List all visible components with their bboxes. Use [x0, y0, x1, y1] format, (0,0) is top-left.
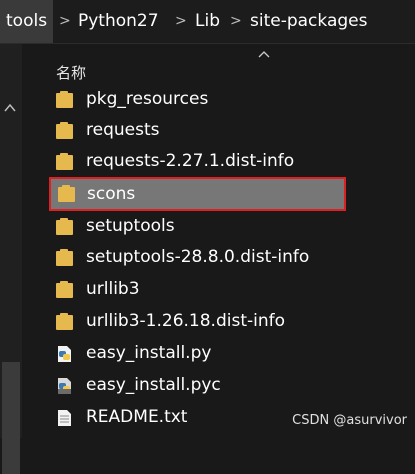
list-item-folder[interactable]: requests — [48, 116, 338, 146]
folder-icon — [56, 153, 73, 171]
file-name: README.txt — [86, 407, 188, 427]
file-name: requests — [86, 120, 160, 140]
file-name: scons — [87, 184, 136, 204]
python-compiled-file-icon — [58, 378, 71, 394]
breadcrumb-item-site-packages[interactable]: site-packages — [250, 0, 367, 43]
scrollbar-thumb[interactable] — [2, 362, 20, 474]
chevron-right-icon[interactable]: > — [175, 0, 187, 43]
folder-icon — [56, 281, 73, 299]
chevron-up-icon[interactable] — [258, 50, 270, 58]
file-name: easy_install.py — [86, 343, 212, 363]
column-header-name[interactable]: 名称 — [56, 62, 86, 83]
watermark: CSDN @asurvivor — [292, 413, 407, 428]
list-item-folder[interactable]: pkg_resources — [48, 85, 338, 115]
file-name: setuptools — [86, 216, 175, 236]
list-item-folder[interactable]: requests-2.27.1.dist-info — [48, 147, 338, 177]
list-item-folder-selected[interactable]: scons — [49, 177, 346, 211]
file-name: pkg_resources — [86, 89, 209, 109]
file-name: easy_install.pyc — [86, 375, 221, 395]
folder-icon — [56, 313, 73, 331]
file-name: requests-2.27.1.dist-info — [86, 151, 295, 171]
list-item-folder[interactable]: urllib3-1.26.18.dist-info — [48, 307, 338, 337]
file-name: urllib3-1.26.18.dist-info — [86, 311, 286, 331]
file-name: setuptools-28.8.0.dist-info — [86, 247, 310, 267]
folder-icon — [58, 185, 75, 203]
folder-icon — [56, 122, 73, 140]
breadcrumb-item-tools[interactable]: tools — [0, 0, 54, 43]
list-item-file[interactable]: easy_install.py — [48, 339, 338, 369]
navigation-pane-edge — [0, 44, 22, 474]
file-name: urllib3 — [86, 279, 140, 299]
folder-icon — [56, 249, 73, 267]
breadcrumb-item-lib[interactable]: Lib — [195, 0, 220, 43]
list-item-file[interactable]: easy_install.pyc — [48, 371, 338, 401]
chevron-right-icon[interactable]: > — [230, 0, 242, 43]
file-list: 名称 pkg_resources requests requests-2.27.… — [22, 44, 415, 438]
folder-icon — [56, 91, 73, 109]
scroll-up-icon[interactable] — [4, 102, 16, 114]
breadcrumb: tools > Python27 > Lib > site-packages — [0, 0, 415, 44]
folder-icon — [56, 218, 73, 236]
breadcrumb-item-python27[interactable]: Python27 — [78, 0, 159, 43]
python-file-icon — [58, 346, 71, 362]
chevron-right-icon[interactable]: > — [59, 0, 71, 43]
list-item-folder[interactable]: setuptools — [48, 212, 338, 242]
text-file-icon — [58, 410, 71, 426]
list-item-folder[interactable]: setuptools-28.8.0.dist-info — [48, 243, 338, 273]
list-item-folder[interactable]: urllib3 — [48, 275, 338, 305]
